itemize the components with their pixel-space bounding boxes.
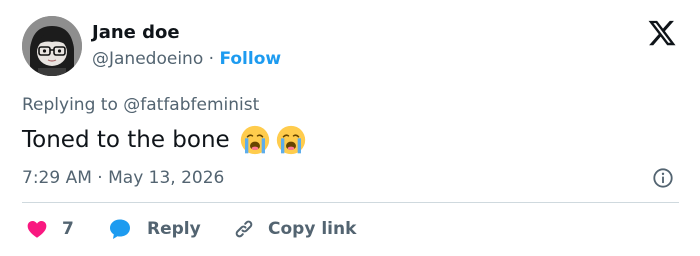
tweet-body: Toned to the bone [22, 127, 230, 153]
handle-separator: · [203, 49, 220, 69]
copy-link-label: Copy link [268, 219, 357, 239]
timestamp-separator: · [91, 168, 109, 188]
loudly-crying-face-icon [276, 125, 305, 155]
link-icon [235, 220, 253, 238]
like-button[interactable]: 7 [26, 216, 74, 242]
tweet-date: May 13, 2026 [108, 168, 225, 188]
tweet-time: 7:29 AM [22, 168, 92, 188]
author-handle[interactable]: @Janedoeino [92, 49, 203, 69]
tweet-text: Toned to the bone [22, 124, 306, 156]
loudly-crying-face-icon [240, 125, 269, 155]
follow-button[interactable]: Follow [219, 49, 281, 69]
divider [22, 202, 679, 203]
replying-to: Replying to @fatfabfeminist [22, 94, 259, 116]
tweet-timestamp[interactable]: 7:29 AM · May 13, 2026 [22, 167, 224, 189]
info-icon[interactable] [652, 167, 674, 189]
author-display-name[interactable]: Jane doe [92, 22, 180, 44]
heart-icon [27, 221, 47, 238]
author-handle-row: @Janedoeino · Follow [92, 48, 281, 70]
reply-label: Reply [147, 219, 201, 239]
reply-button[interactable]: Reply [108, 216, 201, 242]
like-count: 7 [62, 219, 74, 239]
x-logo-icon[interactable] [647, 18, 677, 48]
speech-bubble-icon [110, 219, 130, 239]
avatar[interactable] [22, 16, 82, 76]
replying-to-prefix: Replying to [22, 95, 124, 115]
replying-to-handle[interactable]: @fatfabfeminist [123, 95, 259, 115]
avatar-image [22, 16, 82, 76]
copy-link-button[interactable]: Copy link [232, 216, 356, 242]
tweet-card: Jane doe @Janedoeino · Follow Replying t… [0, 0, 700, 256]
